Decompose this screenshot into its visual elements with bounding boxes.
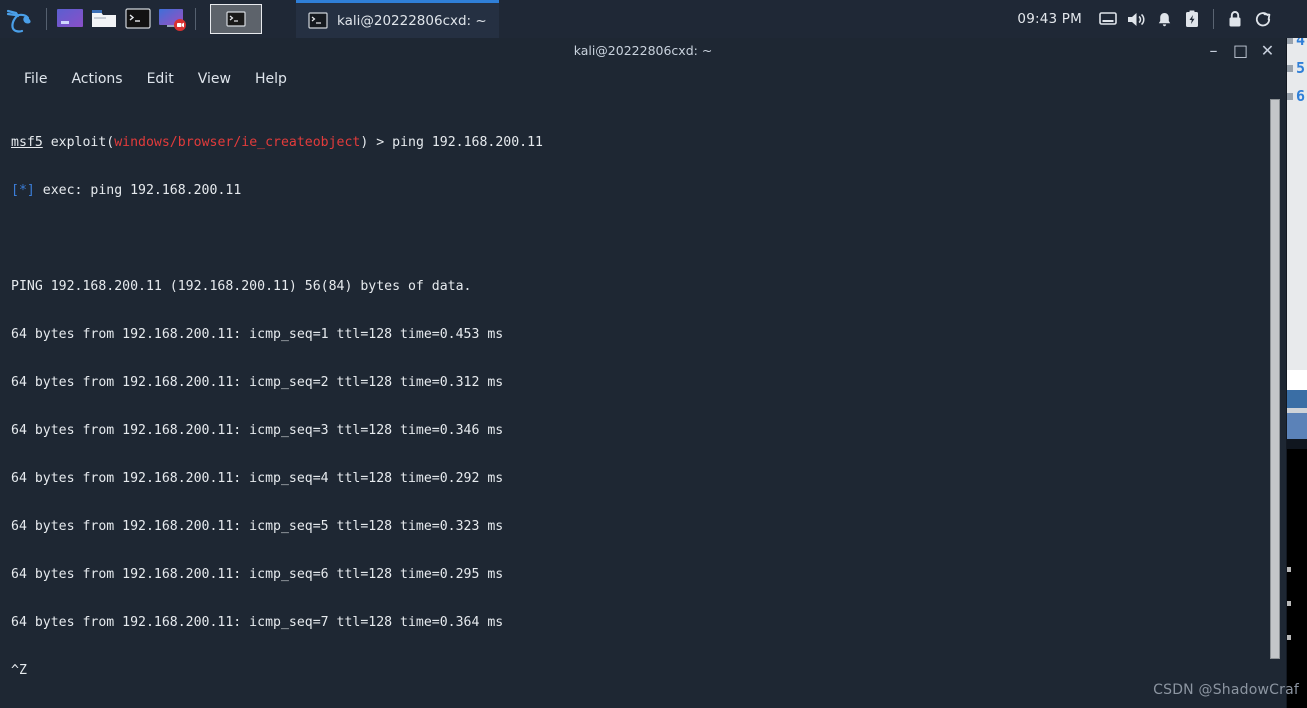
terminal-line-reply: 64 bytes from 192.168.200.11: icmp_seq=7…: [11, 615, 504, 630]
watermark: CSDN @ShadowCraf: [1153, 682, 1299, 698]
launcher-terminal-black[interactable]: [124, 6, 152, 32]
terminal-icon: [226, 11, 246, 27]
exploit-close: ) >: [360, 135, 393, 150]
menu-file[interactable]: File: [14, 67, 57, 91]
system-tray: 09:43 PM: [1017, 0, 1307, 38]
exec-text: exec: ping 192.168.200.11: [34, 183, 242, 198]
terminal-line-reply: 64 bytes from 192.168.200.11: icmp_seq=1…: [11, 327, 504, 342]
taskbar-separator: [46, 8, 47, 30]
window-controls: – □ ✕: [1207, 41, 1286, 60]
terminal-scrollbar-thumb[interactable]: [1270, 99, 1280, 659]
screen: Home pwn1.zip: [0, 0, 1307, 708]
terminal-line-reply: 64 bytes from 192.168.200.11: icmp_seq=3…: [11, 423, 504, 438]
terminal-line-exec: [*] exec: ping 192.168.200.11: [11, 183, 1258, 199]
menu-help[interactable]: Help: [245, 67, 297, 91]
terminal-title: kali@20222806cxd: ~: [573, 43, 713, 58]
terminal-line-reply: 64 bytes from 192.168.200.11: icmp_seq=6…: [11, 567, 504, 582]
volume-icon[interactable]: [1122, 0, 1150, 38]
taskbar-separator: [195, 8, 196, 30]
exploit-open: exploit(: [42, 135, 115, 150]
line-number: 6: [1296, 87, 1306, 105]
status-marker: [*]: [11, 183, 35, 198]
launcher-file-manager[interactable]: [90, 6, 118, 32]
display-icon[interactable]: [1094, 0, 1122, 38]
taskbar: kali@20222806cxd: ~ 09:43 PM: [0, 0, 1307, 38]
terminal-line-reply: 64 bytes from 192.168.200.11: icmp_seq=2…: [11, 375, 504, 390]
terminal-menubar: File Actions Edit View Help: [0, 63, 1286, 95]
terminal-window[interactable]: kali@20222806cxd: ~ – □ ✕ File Actions E…: [0, 38, 1286, 708]
taskbar-window-button[interactable]: kali@20222806cxd: ~: [296, 0, 499, 38]
terminal-titlebar[interactable]: kali@20222806cxd: ~ – □ ✕: [0, 38, 1286, 63]
terminal-icon: [308, 12, 328, 29]
notification-bell-icon[interactable]: [1150, 0, 1178, 38]
show-desktop-button[interactable]: [210, 4, 262, 34]
terminal-line-msf-prompt: msf5 exploit(windows/browser/ie_createob…: [11, 135, 1258, 151]
terminal-output: msf5 exploit(windows/browser/ie_createob…: [11, 103, 1258, 708]
battery-icon[interactable]: [1178, 0, 1206, 38]
maximize-button[interactable]: □: [1233, 41, 1248, 60]
terminal-line-reply: 64 bytes from 192.168.200.11: icmp_seq=4…: [11, 471, 504, 486]
module-path: windows/browser/ie_createobject: [114, 135, 361, 150]
menu-edit[interactable]: Edit: [137, 67, 184, 91]
launcher-screen-recorder[interactable]: [158, 6, 186, 32]
taskbar-window-list: kali@20222806cxd: ~: [296, 0, 499, 38]
tray-separator: [1213, 9, 1214, 29]
kali-menu-button[interactable]: [0, 0, 40, 38]
terminal-body[interactable]: msf5 exploit(windows/browser/ie_createob…: [0, 95, 1286, 708]
menu-actions[interactable]: Actions: [61, 67, 132, 91]
menu-view[interactable]: View: [188, 67, 241, 91]
terminal-line-interrupt: ^Z: [11, 663, 27, 678]
clock[interactable]: 09:43 PM: [1017, 11, 1082, 27]
terminal-line-reply: 64 bytes from 192.168.200.11: icmp_seq=5…: [11, 519, 504, 534]
kali-dragon-icon: [6, 9, 31, 33]
logout-icon[interactable]: [1249, 0, 1277, 38]
typed-command: ping 192.168.200.11: [392, 135, 543, 150]
taskbar-window-title: kali@20222806cxd: ~: [337, 12, 487, 29]
lock-icon[interactable]: [1221, 0, 1249, 38]
launcher-terminal-emulator-purple[interactable]: [56, 6, 84, 32]
minimize-button[interactable]: –: [1207, 41, 1220, 60]
close-button[interactable]: ✕: [1261, 41, 1274, 60]
line-number: 5: [1296, 59, 1306, 77]
terminal-line-ping-header: PING 192.168.200.11 (192.168.200.11) 56(…: [11, 279, 472, 294]
terminal-scrollbar[interactable]: [1270, 95, 1280, 708]
msf-version-label: msf5: [11, 135, 43, 150]
